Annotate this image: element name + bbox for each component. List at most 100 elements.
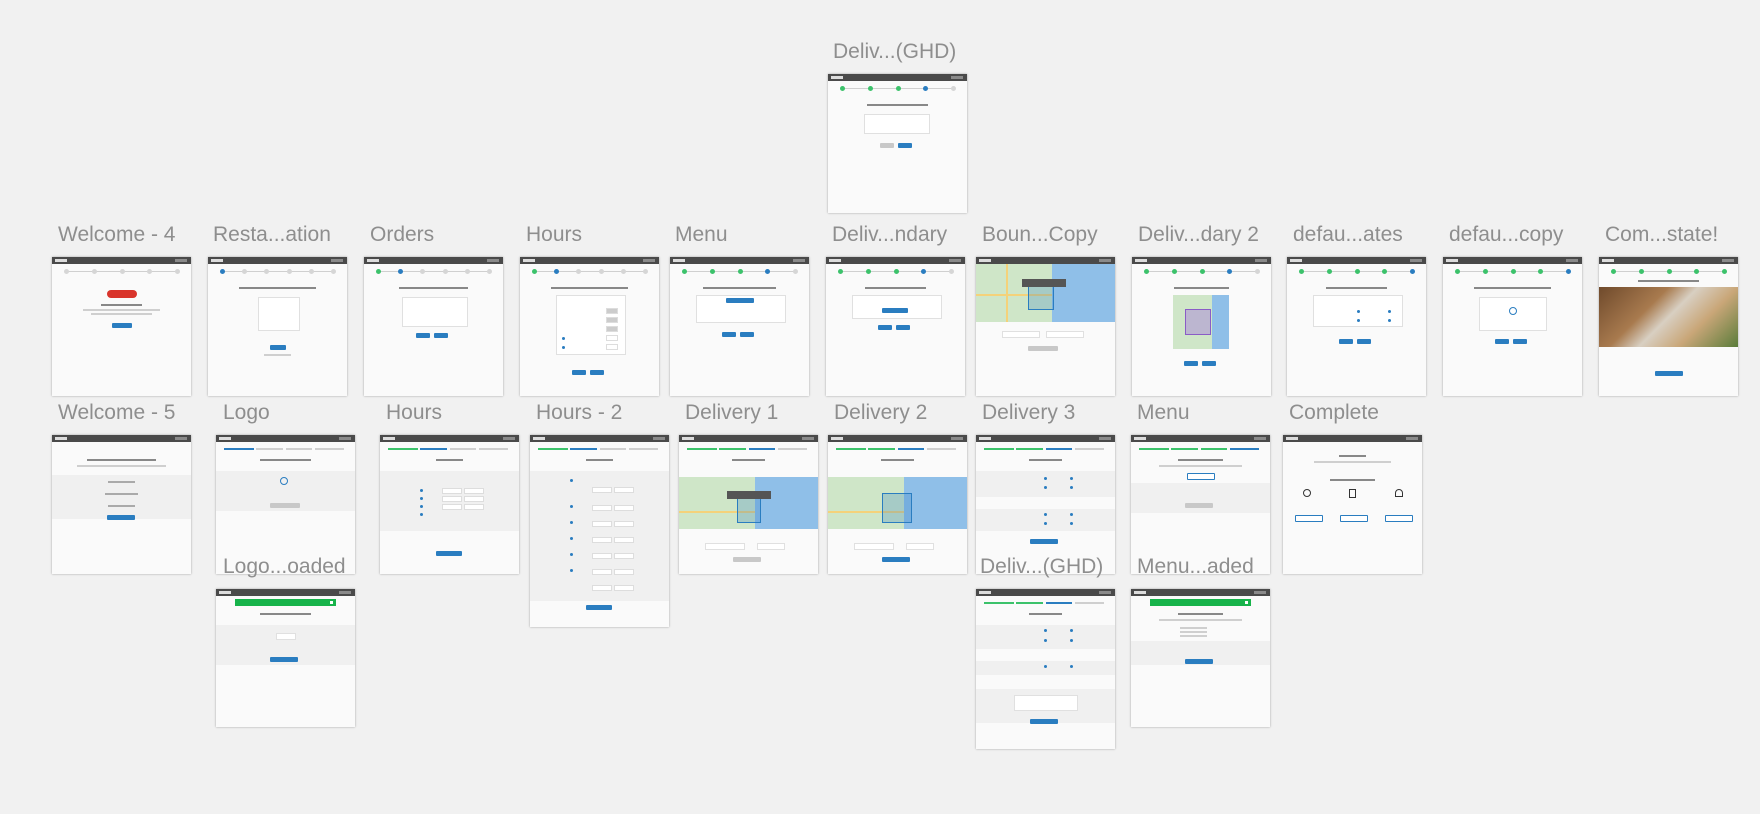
upload-menu-button[interactable] bbox=[1187, 473, 1215, 480]
artboard-label[interactable]: Com...state! bbox=[1605, 223, 1718, 247]
continue-button[interactable] bbox=[107, 515, 135, 520]
artboard-logo-uploaded[interactable] bbox=[216, 589, 355, 727]
artboard-boundary-copy[interactable] bbox=[976, 257, 1115, 396]
save-button[interactable] bbox=[586, 605, 612, 610]
back-button[interactable] bbox=[1495, 339, 1509, 344]
draw-boundary-button[interactable] bbox=[882, 308, 908, 313]
artboard-label[interactable]: Welcome - 5 bbox=[58, 401, 175, 425]
next-button[interactable] bbox=[270, 345, 286, 350]
artboard-label[interactable]: Deliv...(GHD) bbox=[833, 40, 956, 64]
back-button[interactable] bbox=[880, 143, 894, 148]
next-button[interactable] bbox=[590, 370, 604, 375]
back-button[interactable] bbox=[572, 370, 586, 375]
artboard-label[interactable]: Menu bbox=[1137, 401, 1190, 425]
download-app-button[interactable] bbox=[1340, 515, 1368, 522]
next-button[interactable] bbox=[434, 333, 448, 338]
artboard-label[interactable]: Boun...Copy bbox=[982, 223, 1098, 247]
artboard-delivery-boundary-2[interactable] bbox=[1132, 257, 1271, 396]
save-button[interactable] bbox=[1030, 719, 1058, 724]
artboard-label[interactable]: Delivery 3 bbox=[982, 401, 1075, 425]
close-icon[interactable] bbox=[330, 601, 333, 604]
next-button[interactable] bbox=[1357, 339, 1371, 344]
artboard-default-copy[interactable] bbox=[1443, 257, 1582, 396]
artboard-restaurant[interactable] bbox=[208, 257, 347, 396]
get-help-button[interactable] bbox=[1385, 515, 1413, 522]
artboard-label[interactable]: Resta...ation bbox=[213, 223, 331, 247]
artboard-hours-2[interactable] bbox=[530, 435, 669, 627]
next-button[interactable] bbox=[896, 325, 910, 330]
artboard-orders[interactable] bbox=[364, 257, 503, 396]
upload-logo-button[interactable] bbox=[270, 503, 300, 508]
save-button[interactable] bbox=[882, 557, 910, 562]
artboard-label[interactable]: Complete bbox=[1289, 401, 1379, 425]
artboard-label[interactable]: Logo...oaded bbox=[223, 555, 346, 579]
tooltip bbox=[1022, 279, 1066, 287]
save-button[interactable] bbox=[1185, 503, 1213, 508]
artboard-label[interactable]: defau...copy bbox=[1449, 223, 1563, 247]
artboard-complete-state[interactable] bbox=[1599, 257, 1738, 396]
delivery-boundary-polygon[interactable] bbox=[1185, 309, 1211, 335]
artboard-menu[interactable] bbox=[670, 257, 809, 396]
artboard-label[interactable]: Deliv...dary 2 bbox=[1138, 223, 1259, 247]
delivery-boundary-polygon[interactable] bbox=[1028, 286, 1054, 310]
artboard-hours-tabs[interactable] bbox=[380, 435, 519, 574]
success-banner bbox=[1150, 599, 1251, 606]
artboard-label[interactable]: Welcome - 4 bbox=[58, 223, 175, 247]
artboard-label[interactable]: Hours bbox=[526, 223, 582, 247]
artboard-complete[interactable] bbox=[1283, 435, 1422, 574]
artboard-logo[interactable] bbox=[216, 435, 355, 574]
instructions-field[interactable] bbox=[864, 114, 930, 134]
artboard-welcome-5[interactable] bbox=[52, 435, 191, 574]
next-button[interactable] bbox=[1202, 361, 1216, 366]
artboard-hours[interactable] bbox=[520, 257, 659, 396]
instructions-field[interactable] bbox=[1014, 695, 1078, 711]
close-icon[interactable] bbox=[1245, 601, 1248, 604]
get-started-button[interactable] bbox=[112, 323, 132, 328]
artboard-label[interactable]: Delivery 2 bbox=[834, 401, 927, 425]
delivery-map[interactable] bbox=[1173, 295, 1229, 349]
back-button[interactable] bbox=[878, 325, 892, 330]
artboard-delivery-1[interactable] bbox=[679, 435, 818, 574]
save-button[interactable] bbox=[1028, 346, 1058, 351]
back-button[interactable] bbox=[722, 332, 736, 337]
artboard-label[interactable]: Deliv...ndary bbox=[832, 223, 947, 247]
artboard-menu-tabs[interactable] bbox=[1131, 435, 1270, 574]
save-button[interactable] bbox=[733, 557, 761, 562]
artboard-delivery-2[interactable] bbox=[828, 435, 967, 574]
delivery-boundary-polygon[interactable] bbox=[882, 493, 912, 523]
artboard-label[interactable]: Menu...aded bbox=[1137, 555, 1254, 579]
artboard-label[interactable]: Menu bbox=[675, 223, 728, 247]
back-button[interactable] bbox=[416, 333, 430, 338]
next-button[interactable] bbox=[740, 332, 754, 337]
back-button[interactable] bbox=[1184, 361, 1198, 366]
delivery-map[interactable] bbox=[976, 264, 1115, 322]
upload-menu-button[interactable] bbox=[726, 298, 754, 303]
artboard-label[interactable]: Hours - 2 bbox=[536, 401, 622, 425]
artboard-label[interactable]: Deliv...(GHD) bbox=[980, 555, 1103, 579]
artboard-menu-uploaded[interactable] bbox=[1131, 589, 1270, 727]
tooltip bbox=[727, 491, 771, 499]
artboard-delivery-ghd[interactable] bbox=[828, 74, 967, 213]
artboard-label[interactable]: defau...ates bbox=[1293, 223, 1403, 247]
save-button[interactable] bbox=[1185, 659, 1213, 664]
delivery-map[interactable] bbox=[679, 477, 818, 529]
artboard-welcome-4[interactable] bbox=[52, 257, 191, 396]
delivery-boundary-polygon[interactable] bbox=[737, 497, 761, 523]
back-button[interactable] bbox=[1339, 339, 1353, 344]
artboard-default-rates[interactable] bbox=[1287, 257, 1426, 396]
artboard-label[interactable]: Logo bbox=[223, 401, 270, 425]
learn-more-button[interactable] bbox=[1295, 515, 1323, 522]
save-button[interactable] bbox=[436, 551, 462, 556]
artboard-label[interactable]: Orders bbox=[370, 223, 434, 247]
artboard-delivery-ghd-tall[interactable] bbox=[976, 589, 1115, 749]
artboard-delivery-boundary[interactable] bbox=[826, 257, 965, 396]
artboard-delivery-3[interactable] bbox=[976, 435, 1115, 574]
artboard-label[interactable]: Hours bbox=[386, 401, 442, 425]
save-button[interactable] bbox=[1030, 539, 1058, 544]
continue-button[interactable] bbox=[270, 657, 298, 662]
artboard-label[interactable]: Delivery 1 bbox=[685, 401, 778, 425]
next-button[interactable] bbox=[1513, 339, 1527, 344]
go-to-dashboard-button[interactable] bbox=[1655, 371, 1683, 376]
delivery-map[interactable] bbox=[828, 477, 967, 529]
next-button[interactable] bbox=[898, 143, 912, 148]
